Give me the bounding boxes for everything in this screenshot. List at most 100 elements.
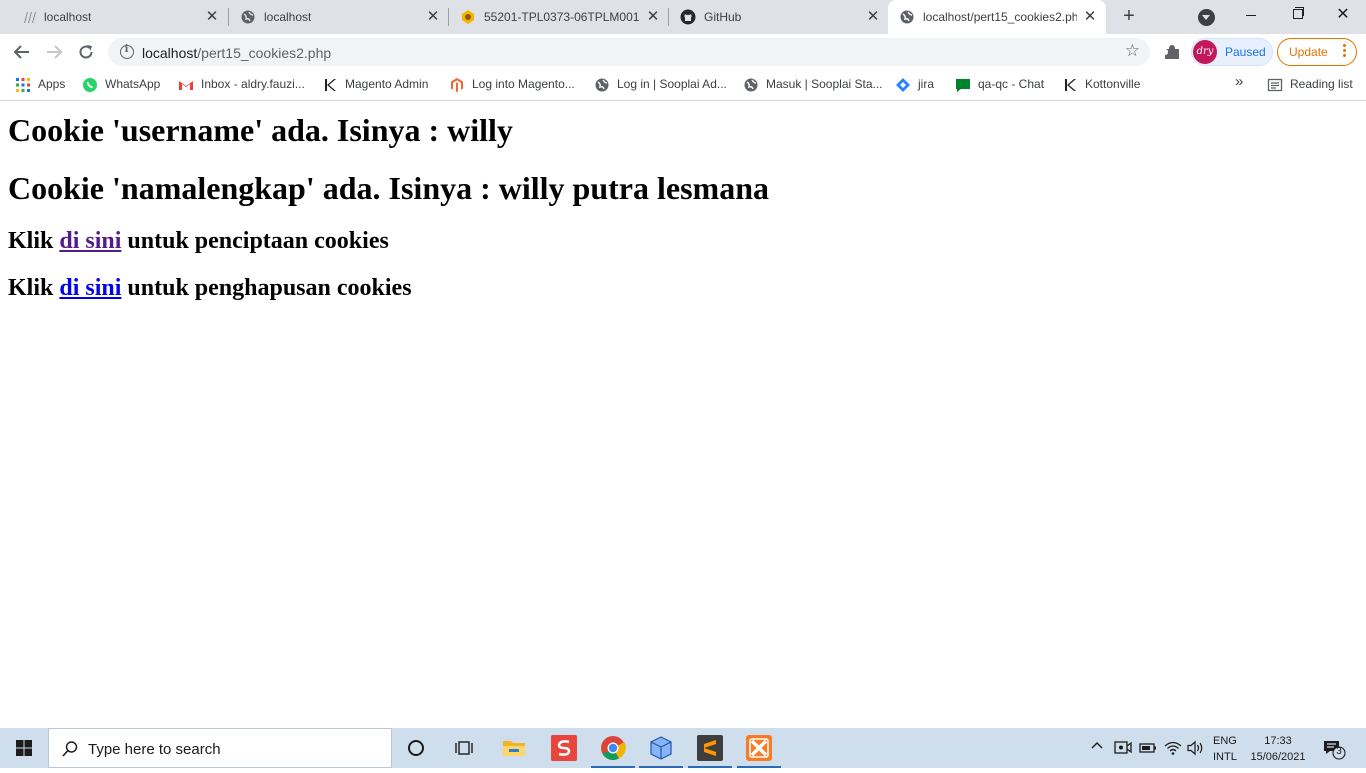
taskbar-clock[interactable]: 17:33 15/06/2021 [1247, 733, 1309, 765]
bookmark-label: qa-qc - Chat [978, 77, 1045, 91]
tab-strip: localhost ✕ localhost ✕ 55201-TPL0373-06… [0, 0, 1366, 34]
meet-now-icon[interactable] [1114, 740, 1132, 756]
browser-window: localhost ✕ localhost ✕ 55201-TPL0373-06… [0, 0, 1366, 728]
star-bookmark-icon[interactable]: ☆ [1125, 41, 1140, 61]
close-icon[interactable]: ✕ [204, 9, 220, 25]
wifi-icon[interactable] [1164, 740, 1182, 756]
profile-button[interactable]: dry Paused [1191, 38, 1273, 66]
apps-grid-icon [15, 77, 31, 93]
lang-code: ENG [1213, 735, 1237, 747]
delete-cookies-line: Klik di sini untuk penghapusan cookies [8, 275, 412, 302]
bookmark-label: jira [918, 77, 935, 91]
delete-cookies-link[interactable]: di sini [59, 275, 121, 301]
reload-icon [79, 45, 93, 59]
input-language-indicator[interactable]: ENG INTL [1213, 733, 1237, 765]
bookmark-label: WhatsApp [105, 77, 161, 91]
file-explorer-icon[interactable] [490, 728, 538, 768]
profile-status: Paused [1225, 45, 1266, 59]
globe-icon [743, 77, 759, 93]
arrow-right-icon [47, 45, 63, 59]
jira-icon [895, 77, 911, 93]
tab-localhost-2[interactable]: localhost ✕ [229, 0, 447, 34]
line-prefix: Klik [8, 228, 60, 254]
battery-icon[interactable] [1139, 740, 1157, 756]
new-tab-button[interactable]: + [1118, 6, 1140, 28]
tab-search-icon[interactable] [1198, 9, 1215, 26]
search-icon [61, 740, 79, 758]
minimize-button[interactable] [1228, 0, 1274, 30]
task-view-icon[interactable] [440, 728, 488, 768]
taskbar-search-box[interactable]: Type here to search [48, 728, 392, 768]
clock-time: 17:33 [1264, 735, 1292, 747]
line-suffix: untuk penciptaan cookies [121, 228, 389, 254]
chrome-icon[interactable] [589, 728, 637, 768]
clock-date: 15/06/2021 [1250, 751, 1306, 763]
tab-title: 55201-TPL0373-06TPLM001- [484, 10, 640, 24]
reload-button[interactable] [74, 40, 98, 64]
restore-button[interactable] [1274, 0, 1320, 30]
tab-localhost-1[interactable]: localhost ✕ [8, 0, 226, 34]
xampp-icon[interactable] [735, 728, 783, 768]
url-path: /pert15_cookies2.php [197, 45, 332, 61]
tab-title: localhost/pert15_cookies2.php [923, 10, 1077, 24]
bookmarks-bar: Apps WhatsApp Inbox - aldry.fauzi... Mag… [0, 70, 1366, 101]
tab-moodle[interactable]: 55201-TPL0373-06TPLM001- ✕ [449, 0, 667, 34]
close-icon[interactable]: ✕ [865, 9, 881, 25]
line-prefix: Klik [8, 275, 60, 301]
k-logo-icon [1062, 77, 1078, 93]
sublime-s-icon[interactable] [540, 728, 588, 768]
create-cookies-link[interactable]: di sini [59, 228, 121, 254]
cortana-icon[interactable] [392, 728, 440, 768]
more-vert-icon [1343, 44, 1346, 60]
lang-layout: INTL [1213, 751, 1237, 763]
gmail-icon [178, 77, 194, 93]
cookie-namalengkap-heading: Cookie 'namalengkap' ada. Isinya : willy… [8, 170, 769, 206]
bookmark-label: Apps [38, 77, 66, 91]
avatar: dry [1193, 40, 1217, 64]
bookmark-label: Magento Admin [345, 77, 429, 91]
update-button[interactable]: Update [1277, 38, 1357, 66]
info-icon[interactable] [120, 44, 134, 59]
create-cookies-line: Klik di sini untuk penciptaan cookies [8, 228, 389, 255]
close-icon[interactable]: ✕ [645, 9, 661, 25]
volume-icon[interactable] [1187, 740, 1205, 756]
bookmark-label: Log into Magento... [472, 77, 575, 91]
address-bar[interactable]: localhost/pert15_cookies2.php ☆ [108, 38, 1150, 66]
browser-toolbar: localhost/pert15_cookies2.php ☆ dry Paus… [0, 34, 1366, 70]
tray-chevron-up-icon[interactable] [1090, 738, 1104, 754]
windows-logo-icon [16, 740, 32, 756]
reading-list-icon [1267, 77, 1283, 93]
back-button[interactable] [10, 40, 34, 64]
virtualbox-icon[interactable] [637, 728, 685, 768]
globe-icon [899, 9, 915, 25]
line-suffix: untuk penghapusan cookies [121, 275, 412, 301]
url-text[interactable]: localhost/pert15_cookies2.php [142, 45, 331, 61]
tab-github[interactable]: GitHub ✕ [669, 0, 887, 34]
hierarchy-icon [22, 9, 38, 25]
bookmark-label: Log in | Sooplai Ad... [617, 77, 727, 91]
cookie-username-heading: Cookie 'username' ada. Isinya : willy [8, 112, 513, 148]
tab-title: localhost [264, 10, 312, 24]
whatsapp-icon [82, 77, 98, 93]
close-icon[interactable]: ✕ [425, 9, 441, 25]
globe-icon [240, 9, 256, 25]
globe-icon [594, 77, 610, 93]
forward-button[interactable] [42, 40, 66, 64]
sublime-text-icon[interactable] [686, 728, 734, 768]
notification-center-icon[interactable]: 3 [1322, 738, 1346, 760]
notification-count-badge: 3 [1336, 746, 1342, 757]
window-close-button[interactable]: ✕ [1320, 0, 1366, 30]
tab-title: localhost [44, 10, 92, 24]
bookmark-label: Inbox - aldry.fauzi... [201, 77, 305, 91]
tab-active-cookies[interactable]: localhost/pert15_cookies2.php ✕ [888, 0, 1106, 34]
tab-title: GitHub [704, 10, 742, 24]
reading-list-label: Reading list [1290, 77, 1353, 91]
magento-icon [449, 77, 465, 93]
moodle-icon [460, 9, 476, 25]
close-icon[interactable]: ✕ [1082, 9, 1098, 25]
extensions-puzzle-icon[interactable] [1162, 42, 1182, 62]
start-button[interactable] [0, 728, 48, 768]
bookmarks-overflow-button[interactable]: » [1235, 73, 1243, 91]
url-host: localhost [142, 45, 198, 61]
arrow-left-icon [13, 45, 29, 59]
